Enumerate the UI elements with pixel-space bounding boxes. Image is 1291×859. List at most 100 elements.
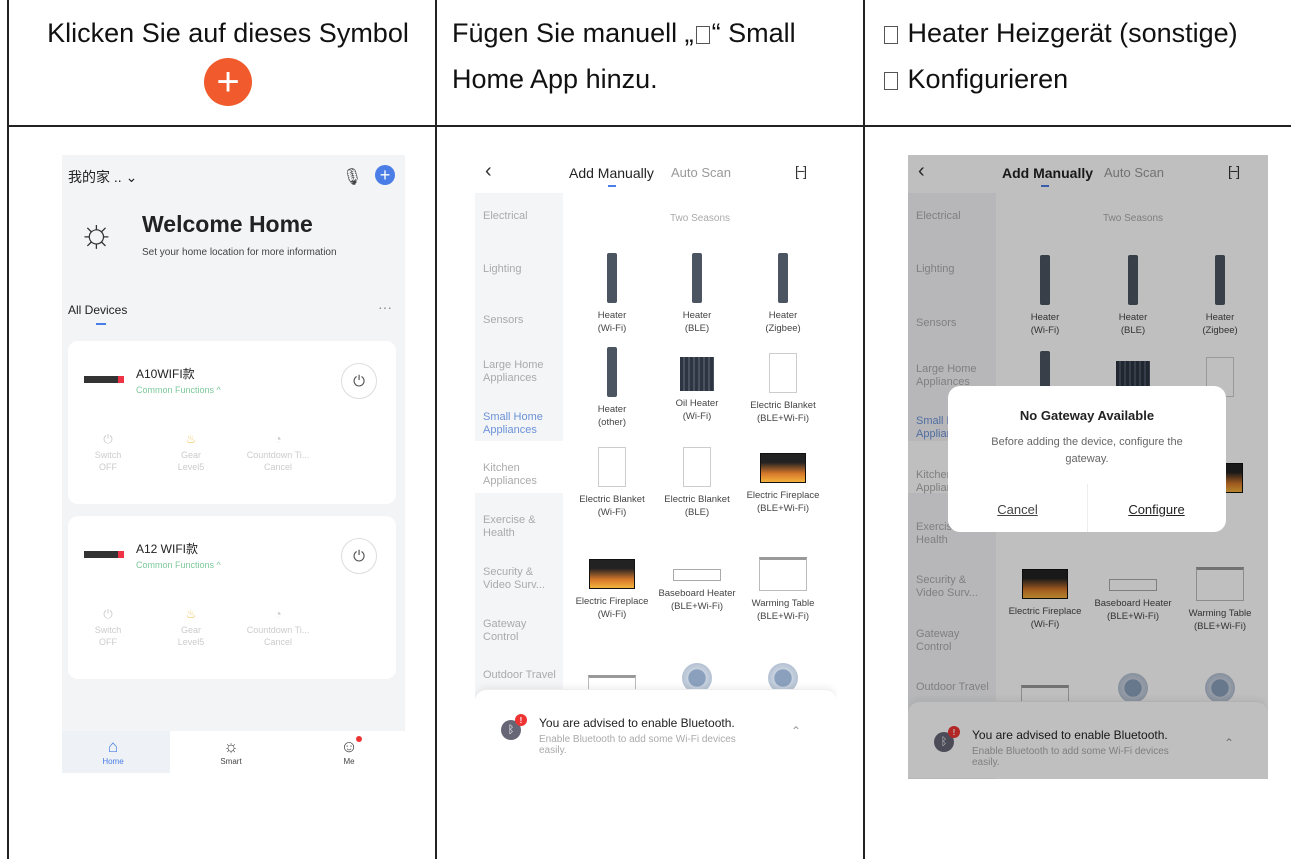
chevron-up-icon[interactable]: ⌃ <box>791 724 801 738</box>
device-option[interactable]: Heater (other) <box>567 347 657 429</box>
more-icon[interactable]: ··· <box>378 299 392 315</box>
home-selector[interactable]: 我的家 .. ⌄ <box>68 167 137 187</box>
option-label: Heater <box>597 310 627 321</box>
sidebar-item-exercise[interactable]: Exercise & Health <box>483 514 561 540</box>
placeholder-box-icon <box>884 71 898 90</box>
option-sub: (BLE+Wi-Fi) <box>757 611 809 622</box>
option-sub: (other) <box>598 417 626 428</box>
control-label: Switch <box>94 450 122 460</box>
step2-instruction: Fügen Sie manuell „ “ Small Home App hinz… <box>452 0 862 125</box>
step1-text: Klicken Sie auf dieses Symbol <box>47 18 409 48</box>
sidebar-item-gateway[interactable]: Gateway Control <box>483 618 561 644</box>
option-label: Electric Blanket <box>664 494 730 505</box>
profile-icon: ☺ <box>340 737 358 756</box>
option-sub: (Wi-Fi) <box>597 323 627 334</box>
table-border-left <box>7 0 9 859</box>
device-option[interactable]: Electric Blanket (Wi-Fi) <box>567 441 657 519</box>
step3-text-b: Konfigurieren <box>907 64 1069 94</box>
tab-add-manually[interactable]: Add Manually <box>569 165 654 181</box>
tab-indicator <box>608 185 616 187</box>
option-label: Oil Heater <box>675 398 719 409</box>
chevron-down-icon: ⌄ <box>125 169 138 185</box>
microphone-icon[interactable]: 🎙 <box>342 167 362 187</box>
device-card[interactable]: A10WIFI款 Common Functions ^ ⏻ ⏻ Switch OFF… <box>68 341 396 504</box>
step3-instruction: Heater Heizgerät (sonstige) Konfiguriere… <box>882 0 1287 125</box>
bluetooth-subtitle: Enable Bluetooth to add some Wi-Fi devic… <box>539 734 736 756</box>
home-name: 我的家 .. <box>68 169 122 185</box>
sidebar-item-kitchen[interactable]: Kitchen Appliances <box>483 462 561 488</box>
alert-badge-icon: ! <box>515 714 527 726</box>
device-option[interactable]: Heater (Zigbee) <box>738 253 828 335</box>
placeholder-box-icon <box>884 25 898 44</box>
switch-control[interactable]: ⏻ Switch OFF <box>73 608 143 648</box>
gear-control[interactable]: ♨ Gear Level5 <box>156 608 226 648</box>
sidebar-item-lighting[interactable]: Lighting <box>483 263 561 276</box>
control-value: Level5 <box>177 637 205 647</box>
welcome-title: Welcome Home <box>142 211 313 237</box>
add-device-screen: ‹ Add Manually Auto Scan [−] Electrical … <box>475 155 837 765</box>
nav-smart[interactable]: ☼ Smart <box>201 737 261 766</box>
heater-icon <box>607 347 617 397</box>
placeholder-box-icon <box>695 25 710 44</box>
blanket-icon <box>683 447 711 487</box>
device-option[interactable]: Heater (Wi-Fi) <box>567 253 657 335</box>
device-option[interactable]: Heater (BLE) <box>652 253 742 335</box>
configure-button[interactable]: Configure <box>1087 502 1226 517</box>
sidebar-item-electrical[interactable]: Electrical <box>483 210 561 223</box>
cancel-button[interactable]: Cancel <box>948 502 1087 517</box>
fireplace-icon <box>589 559 635 589</box>
dialog-message: Before adding the device, configure the … <box>991 436 1183 465</box>
gear-control[interactable]: ♨ Gear Level5 <box>156 433 226 473</box>
option-label: Electric Fireplace <box>575 596 649 607</box>
nav-home[interactable]: ⌂ Home <box>83 737 143 766</box>
heater-icon <box>607 253 617 303</box>
sidebar-item-small-home[interactable]: Small Home Appliances <box>483 411 561 437</box>
option-label: Electric Blanket <box>579 494 645 505</box>
countdown-control[interactable]: ◔ Countdown Ti... Cancel <box>238 608 318 648</box>
heater-thumbnail <box>84 376 124 383</box>
option-sub: (Zigbee) <box>765 323 801 334</box>
option-sub: (Wi-Fi) <box>597 507 627 518</box>
add-device-dialog-screen: ‹ Add Manually Auto Scan [−] Electrical … <box>908 155 1268 779</box>
control-label: Switch <box>94 625 122 635</box>
add-device-button[interactable]: + <box>375 165 395 185</box>
device-option[interactable]: Warming Table (BLE+Wi-Fi) <box>738 547 828 623</box>
group-title: Two Seasons <box>669 213 731 224</box>
category-sidebar: Electrical Lighting Sensors Large Home A… <box>475 193 563 753</box>
bluetooth-title: You are advised to enable Bluetooth. <box>539 716 735 730</box>
power-button[interactable]: ⏻ <box>341 363 377 399</box>
option-label: Heater <box>597 404 627 415</box>
heater-icon <box>778 253 788 303</box>
bottom-nav: ⌂ Home ☼ Smart ☺ Me <box>62 731 405 773</box>
sidebar-item-security[interactable]: Security & Video Surv... <box>483 566 561 592</box>
bluetooth-banner[interactable]: ᛒ ! You are advised to enable Bluetooth.… <box>475 689 837 765</box>
device-option[interactable]: Baseboard Heater (BLE+Wi-Fi) <box>652 547 742 613</box>
device-option[interactable]: Electric Blanket (BLE+Wi-Fi) <box>738 347 828 425</box>
location-hint[interactable]: Set your home location for more informat… <box>142 247 337 258</box>
device-option[interactable]: Electric Blanket (BLE) <box>652 441 742 519</box>
home-icon: ⌂ <box>107 737 119 756</box>
sidebar-item-outdoor[interactable]: Outdoor Travel <box>483 669 561 682</box>
sun-icon: ☼ <box>78 211 115 255</box>
countdown-control[interactable]: ◔ Countdown Ti... Cancel <box>238 433 318 473</box>
common-functions-toggle[interactable]: Common Functions ^ <box>136 560 221 570</box>
device-option[interactable]: Electric Fireplace (BLE+Wi-Fi) <box>738 441 828 515</box>
no-gateway-dialog: No Gateway Available Before adding the d… <box>948 386 1226 532</box>
device-option[interactable]: Oil Heater (Wi-Fi) <box>652 347 742 423</box>
control-value: Cancel <box>263 462 292 472</box>
tab-auto-scan[interactable]: Auto Scan <box>671 165 731 180</box>
common-functions-toggle[interactable]: Common Functions ^ <box>136 385 221 395</box>
nav-me[interactable]: ☺ Me <box>319 737 379 766</box>
power-button[interactable]: ⏻ <box>341 538 377 574</box>
power-icon: ⏻ <box>103 607 113 621</box>
scan-icon[interactable]: [−] <box>795 163 807 179</box>
option-sub: (BLE+Wi-Fi) <box>757 503 809 514</box>
sidebar-item-large-home[interactable]: Large Home Appliances <box>483 359 561 385</box>
heater-icon <box>692 253 702 303</box>
sidebar-item-sensors[interactable]: Sensors <box>483 314 561 327</box>
back-icon[interactable]: ‹ <box>485 160 492 183</box>
switch-control[interactable]: ⏻ Switch OFF <box>73 433 143 473</box>
device-option[interactable]: Electric Fireplace (Wi-Fi) <box>567 547 657 621</box>
tab-all-devices[interactable]: All Devices <box>68 303 127 317</box>
device-card[interactable]: A12 WIFI款 Common Functions ^ ⏻ ⏻ Switch OF… <box>68 516 396 679</box>
